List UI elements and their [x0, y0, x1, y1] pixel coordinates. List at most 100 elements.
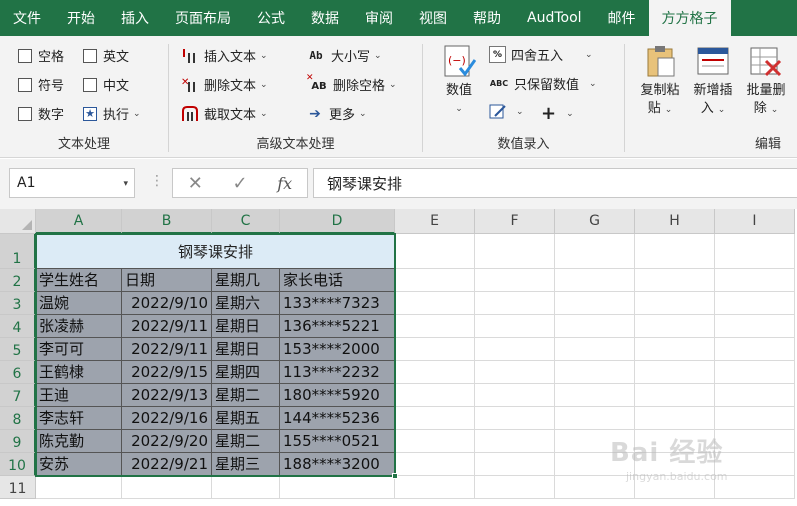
data-cell[interactable]: 星期六: [212, 292, 280, 315]
data-cell[interactable]: 133****7323: [280, 292, 395, 315]
menu-tab-1[interactable]: 开始: [54, 0, 108, 36]
fill-handle[interactable]: [392, 473, 398, 479]
header-cell[interactable]: 星期几: [212, 269, 280, 292]
data-cell[interactable]: 李可可: [36, 338, 122, 361]
data-cell[interactable]: 155****0521: [280, 430, 395, 453]
cell[interactable]: [475, 338, 555, 361]
cell[interactable]: [635, 269, 715, 292]
column-header-d[interactable]: D: [280, 209, 395, 234]
data-cell[interactable]: 星期四: [212, 361, 280, 384]
column-header-a[interactable]: A: [36, 209, 122, 234]
data-cell[interactable]: 2022/9/20: [122, 430, 212, 453]
row-header-1[interactable]: 1: [0, 234, 36, 269]
cell[interactable]: [395, 476, 475, 499]
cell[interactable]: [395, 430, 475, 453]
menu-tab-10[interactable]: 邮件: [595, 0, 649, 36]
more-button[interactable]: ➔ 更多 ⌄: [306, 104, 366, 124]
row-header-6[interactable]: 6: [0, 361, 36, 384]
row-header-2[interactable]: 2: [0, 269, 36, 292]
data-cell[interactable]: 136****5221: [280, 315, 395, 338]
cell[interactable]: [36, 476, 122, 499]
column-header-b[interactable]: B: [122, 209, 212, 234]
data-cell[interactable]: 2022/9/13: [122, 384, 212, 407]
row-header-5[interactable]: 5: [0, 338, 36, 361]
row-header-8[interactable]: 8: [0, 407, 36, 430]
select-all-corner[interactable]: [0, 209, 36, 234]
data-cell[interactable]: 2022/9/11: [122, 338, 212, 361]
cell[interactable]: [475, 453, 555, 476]
cell[interactable]: [475, 430, 555, 453]
menu-tab-5[interactable]: 数据: [298, 0, 352, 36]
keep-number-button[interactable]: ABC 只保留数值 ⌄: [489, 74, 597, 93]
delete-text-button[interactable]: ✕ 删除文本 ⌄: [181, 75, 268, 95]
insert-text-button[interactable]: 插入文本 ⌄: [181, 46, 268, 65]
data-cell[interactable]: 2022/9/10: [122, 292, 212, 315]
cell[interactable]: [555, 361, 635, 384]
data-cell[interactable]: 王鹤棣: [36, 361, 122, 384]
execute-button[interactable]: ★ 执行 ⌄: [83, 104, 141, 123]
column-header-g[interactable]: G: [555, 209, 635, 234]
cell[interactable]: [635, 292, 715, 315]
row-header-3[interactable]: 3: [0, 292, 36, 315]
menu-tab-11[interactable]: 方方格子: [648, 0, 731, 36]
column-header-c[interactable]: C: [212, 209, 280, 234]
add-insert-button[interactable]: 新增插 入 ⌄: [688, 44, 738, 119]
column-header-e[interactable]: E: [395, 209, 475, 234]
column-header-i[interactable]: I: [715, 209, 795, 234]
cell[interactable]: [635, 338, 715, 361]
data-cell[interactable]: 188****3200: [280, 453, 395, 476]
drag-handle-icon[interactable]: ⋮: [150, 173, 164, 189]
cell[interactable]: [715, 338, 795, 361]
data-cell[interactable]: 李志轩: [36, 407, 122, 430]
cell[interactable]: [555, 338, 635, 361]
checkbox-english[interactable]: 英文: [83, 46, 129, 65]
cell[interactable]: [475, 384, 555, 407]
data-cell[interactable]: 王迪: [36, 384, 122, 407]
cell[interactable]: [635, 315, 715, 338]
menu-tab-3[interactable]: 页面布局: [162, 0, 244, 36]
data-cell[interactable]: 180****5920: [280, 384, 395, 407]
data-cell[interactable]: 2022/9/15: [122, 361, 212, 384]
cell[interactable]: [635, 407, 715, 430]
cell[interactable]: [212, 476, 280, 499]
cell[interactable]: [715, 361, 795, 384]
checkbox-number[interactable]: 数字: [18, 104, 64, 123]
cell[interactable]: [715, 315, 795, 338]
checkbox-chinese[interactable]: 中文: [83, 75, 129, 94]
number-button[interactable]: (−) 数值 ⌄: [437, 44, 481, 118]
cell[interactable]: [395, 269, 475, 292]
cell[interactable]: [280, 476, 395, 499]
menu-tab-8[interactable]: 帮助: [460, 0, 514, 36]
row-header-9[interactable]: 9: [0, 430, 36, 453]
data-cell[interactable]: 星期日: [212, 315, 280, 338]
round-button[interactable]: % 四舍五入 ⌄: [489, 45, 593, 64]
menu-tab-2[interactable]: 插入: [108, 0, 162, 36]
delete-space-button[interactable]: ✕ AB 删除空格 ⌄: [306, 73, 397, 95]
data-cell[interactable]: 144****5236: [280, 407, 395, 430]
data-cell[interactable]: 153****2000: [280, 338, 395, 361]
data-cell[interactable]: 星期五: [212, 407, 280, 430]
cell[interactable]: [395, 453, 475, 476]
cell[interactable]: [555, 292, 635, 315]
cell[interactable]: [715, 292, 795, 315]
cell[interactable]: [475, 234, 555, 269]
row-header-10[interactable]: 10: [0, 453, 36, 476]
plus-button[interactable]: + ⌄: [541, 103, 574, 124]
cell[interactable]: [555, 234, 635, 269]
cell[interactable]: [635, 361, 715, 384]
cell[interactable]: [715, 234, 795, 269]
cell[interactable]: [635, 234, 715, 269]
cell[interactable]: [475, 361, 555, 384]
insert-function-icon[interactable]: fx: [277, 174, 292, 193]
formula-input[interactable]: 钢琴课安排: [313, 168, 797, 198]
cell[interactable]: [635, 384, 715, 407]
header-cell[interactable]: 日期: [122, 269, 212, 292]
data-cell[interactable]: 2022/9/11: [122, 315, 212, 338]
extract-text-button[interactable]: 截取文本 ⌄: [181, 104, 268, 123]
batch-delete-button[interactable]: 批量删 除 ⌄: [741, 44, 791, 119]
data-cell[interactable]: 星期日: [212, 338, 280, 361]
cancel-icon[interactable]: ✕: [188, 173, 203, 194]
data-cell[interactable]: 星期二: [212, 430, 280, 453]
data-cell[interactable]: 安苏: [36, 453, 122, 476]
menu-tab-4[interactable]: 公式: [244, 0, 298, 36]
